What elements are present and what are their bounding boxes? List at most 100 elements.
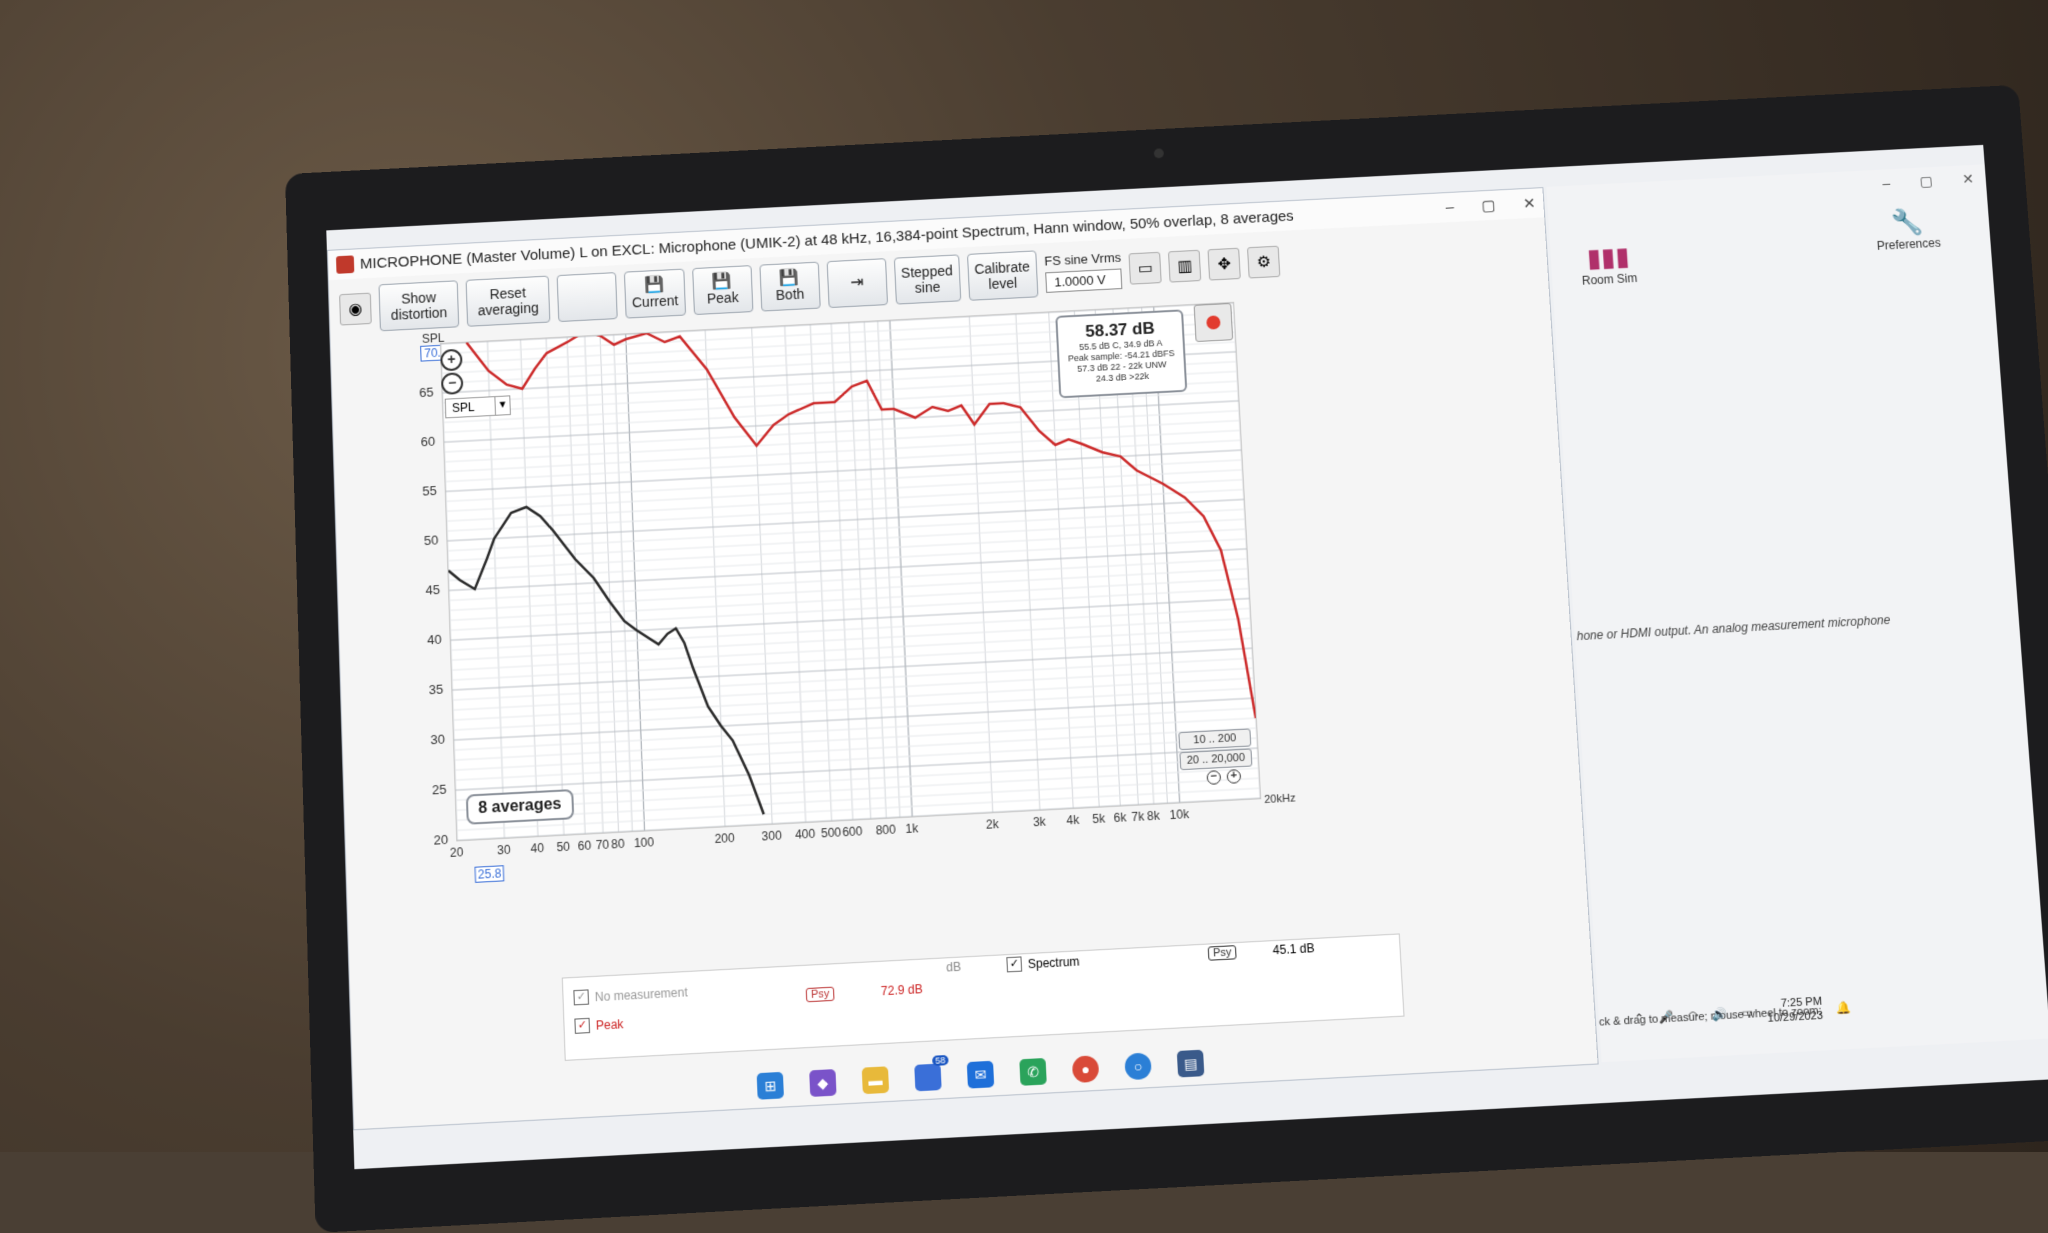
app-icon[interactable]: ◆ (809, 1069, 836, 1097)
mic-icon[interactable]: 🎤 (1658, 1010, 1674, 1025)
grid-icon[interactable]: ▥ (1168, 250, 1201, 283)
spectrum-checkbox[interactable]: ✓ (1006, 956, 1022, 972)
x-tick-label: 4k (1066, 813, 1079, 828)
y-tick-label: 50 (406, 532, 438, 549)
maximize-button[interactable]: ▢ (1481, 196, 1496, 214)
x-tick-label: 2k (986, 817, 999, 832)
cortana-icon[interactable]: ○ (1124, 1052, 1152, 1080)
spectrum-psy-badge[interactable]: Psy (1208, 945, 1237, 961)
y-tick-label: 65 (402, 385, 434, 401)
legend-row-spectrum: ✓ Spectrum (1006, 953, 1080, 972)
clock-date: 10/29/2023 (1767, 1009, 1823, 1026)
chevron-up-icon[interactable]: ⌃ (1634, 1011, 1645, 1026)
x-tick-label: 40 (530, 841, 544, 856)
screen: MICROPHONE (Master Volume) L on EXCL: Mi… (326, 145, 2048, 1169)
rew-icon[interactable]: ▤ (1177, 1050, 1205, 1078)
chrome-icon[interactable]: ● (1072, 1055, 1100, 1083)
blank-button[interactable] (557, 272, 618, 322)
mail-icon[interactable]: ✉ (967, 1061, 995, 1089)
range-10-200-button[interactable]: 10 .. 200 (1178, 728, 1251, 750)
save-icon: 💾 (712, 274, 732, 291)
grid-line (785, 326, 806, 822)
app-icon (336, 255, 354, 273)
windows-start-icon[interactable]: ⊞ (757, 1072, 784, 1100)
no-measurement-label: No measurement (595, 985, 688, 1004)
battery-icon[interactable]: ▭ (1741, 1005, 1753, 1020)
folder-icon[interactable]: ▬ (862, 1066, 889, 1094)
grid-line (567, 337, 585, 833)
wifi-icon[interactable]: ◠ (1687, 1008, 1698, 1023)
main-window-right-pane: – ▢ ✕ ▮▮▮ Room Sim 🔧 Preferences hone or… (1546, 164, 2048, 1062)
hint-text: hone or HDMI output. An analog measureme… (1576, 613, 1890, 643)
bell-icon[interactable]: 🔔 (1836, 1000, 1852, 1015)
plot-area[interactable]: + − SPL ▼ 58.37 dB 55.5 dB C, 34.9 dB A … (440, 302, 1261, 842)
x-tick-label: 300 (761, 828, 782, 843)
y-tick-label: 20 (416, 832, 449, 849)
x-tick-label: 5k (1092, 811, 1105, 826)
x-tick-label: 400 (795, 827, 816, 842)
preferences-button[interactable]: 🔧 Preferences (1874, 206, 1941, 253)
stepped-sine-button[interactable]: Stepped sine (894, 254, 961, 304)
peak-checkbox[interactable]: ✓ (574, 1018, 590, 1034)
range-20-20000-button[interactable]: 20 .. 20,000 (1179, 748, 1252, 770)
save-current-button[interactable]: 💾 Current (624, 269, 686, 319)
show-distortion-button[interactable]: Show distortion (378, 280, 459, 331)
preferences-label: Preferences (1876, 236, 1941, 253)
import-button[interactable]: ⇥ (826, 258, 887, 308)
close-button[interactable]: ✕ (1962, 171, 1975, 188)
x-tick-label: 80 (611, 837, 625, 852)
peak-psy-badge[interactable]: Psy (806, 987, 835, 1003)
phone-icon[interactable]: ✆ (1019, 1058, 1047, 1086)
monitor-icon[interactable]: ▭ (1129, 252, 1162, 285)
y-tick-label: 30 (413, 731, 446, 748)
peak-label: Peak (596, 1017, 624, 1033)
peak-psy-group: Psy 72.9 dB (806, 982, 923, 1002)
spectrum-label: Spectrum (1027, 954, 1079, 971)
grid-line (752, 328, 773, 824)
calibrate-level-button[interactable]: Calibrate level (967, 250, 1038, 300)
grid-line (810, 325, 831, 821)
minimize-button[interactable]: – (1445, 199, 1454, 217)
teams-icon[interactable]: 58 (914, 1064, 941, 1092)
main-window-controls: – ▢ ✕ (1882, 171, 1975, 192)
move-icon[interactable]: ✥ (1208, 248, 1241, 281)
window-controls: – ▢ ✕ (1445, 194, 1536, 216)
grid-line (546, 338, 564, 834)
close-button[interactable]: ✕ (1522, 194, 1536, 212)
camera-icon[interactable]: ◉ (339, 293, 372, 326)
record-icon (1206, 315, 1221, 329)
x-tick-label: 8k (1147, 809, 1160, 824)
spl-select[interactable]: SPL ▼ (445, 395, 511, 418)
clock[interactable]: 7:25 PM 10/29/2023 (1766, 995, 1823, 1026)
y-tick-label: 60 (403, 434, 435, 450)
spl-select-value: SPL (452, 400, 475, 415)
room-sim-button[interactable]: ▮▮▮ Room Sim (1580, 241, 1638, 288)
reset-averaging-button[interactable]: Reset averaging (466, 276, 551, 327)
volume-icon[interactable]: 🔊 (1712, 1007, 1728, 1022)
save-both-button[interactable]: 💾 Both (759, 262, 820, 312)
minimize-button[interactable]: – (1882, 175, 1891, 192)
x-tick-label: 800 (875, 822, 896, 837)
grid-line (1016, 314, 1040, 810)
y-tick-label: 35 (411, 682, 444, 699)
save-peak-label: Peak (707, 289, 739, 306)
save-icon: 💾 (779, 270, 799, 287)
grid-line (441, 344, 457, 841)
x-tick-label: 1k (905, 821, 918, 836)
grid-line (890, 321, 912, 817)
fs-sine-value[interactable]: 1.0000 V (1045, 268, 1123, 292)
import-icon: ⇥ (850, 275, 864, 291)
grid-line (705, 330, 725, 826)
record-button[interactable] (1194, 303, 1234, 342)
fs-sine-label: FS sine Vrms (1044, 250, 1121, 269)
x-tick-label: 500 (821, 825, 842, 840)
grid-line (969, 317, 992, 813)
save-peak-button[interactable]: 💾 Peak (692, 265, 753, 315)
gear-icon[interactable]: ⚙ (1247, 246, 1280, 279)
chevron-down-icon: ▼ (494, 396, 510, 414)
no-measurement-checkbox[interactable]: ✓ (573, 989, 589, 1005)
maximize-button[interactable]: ▢ (1919, 173, 1933, 190)
x-tick-label: 20 (450, 845, 464, 860)
x-tick-label: 10k (1169, 807, 1189, 822)
averages-badge: 8 averages (466, 789, 574, 825)
